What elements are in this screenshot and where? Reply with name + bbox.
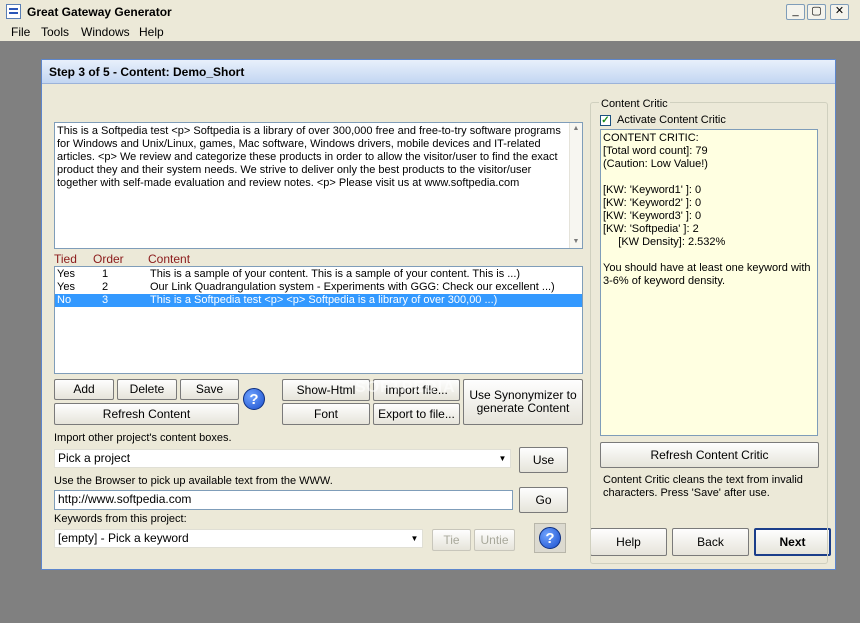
critic-note: Content Critic cleans the text from inva… bbox=[603, 474, 803, 499]
activate-critic-checkbox[interactable]: ✓ bbox=[600, 115, 611, 126]
project-select-value: Pick a project bbox=[58, 451, 131, 465]
scroll-down-icon[interactable]: ▼ bbox=[570, 236, 582, 248]
save-button[interactable]: Save bbox=[180, 379, 239, 400]
url-input[interactable]: http://www.softpedia.com bbox=[54, 490, 513, 510]
project-select[interactable]: Pick a project ▼ bbox=[54, 449, 511, 468]
menu-bar: File Tools Windows Help bbox=[0, 23, 860, 41]
help-icon[interactable]: ? bbox=[243, 388, 265, 410]
close-button[interactable]: ✕ bbox=[830, 4, 849, 20]
synonymizer-button[interactable]: Use Synonymizer to generate Content bbox=[463, 379, 583, 425]
cell-order: 3 bbox=[102, 294, 109, 306]
list-row[interactable]: Yes 1 This is a sample of your content. … bbox=[55, 268, 582, 281]
cell-order: 2 bbox=[102, 281, 109, 293]
content-text: This is a Softpedia test <p> Softpedia i… bbox=[57, 125, 561, 189]
chevron-down-icon[interactable]: ▼ bbox=[495, 450, 510, 467]
title-bar: Great Gateway Generator _ ▢ ✕ bbox=[0, 0, 860, 24]
watermark: SOFTPEDIA bbox=[355, 379, 456, 396]
step-window: Step 3 of 5 - Content: Demo_Short This i… bbox=[41, 59, 836, 570]
cell-content: Our Link Quadrangulation system - Experi… bbox=[150, 281, 555, 293]
menu-tools[interactable]: Tools bbox=[41, 25, 69, 39]
menu-help[interactable]: Help bbox=[139, 25, 164, 39]
scroll-up-icon[interactable]: ▲ bbox=[570, 123, 582, 135]
cell-content: This is a sample of your content. This i… bbox=[150, 268, 521, 280]
minimize-button[interactable]: _ bbox=[786, 4, 805, 20]
cell-tied: Yes bbox=[57, 281, 75, 293]
delete-button[interactable]: Delete bbox=[117, 379, 177, 400]
import-label: Import other project's content boxes. bbox=[54, 432, 232, 444]
menu-file[interactable]: File bbox=[11, 25, 30, 39]
step-window-title: Step 3 of 5 - Content: Demo_Short bbox=[42, 60, 835, 84]
use-button[interactable]: Use bbox=[519, 447, 568, 473]
header-order[interactable]: Order bbox=[93, 252, 124, 266]
menu-windows[interactable]: Windows bbox=[81, 25, 130, 39]
chevron-down-icon[interactable]: ▼ bbox=[407, 530, 422, 547]
activate-critic-label[interactable]: Activate Content Critic bbox=[617, 114, 726, 126]
font-button[interactable]: Font bbox=[282, 403, 370, 425]
cell-tied: No bbox=[57, 294, 72, 306]
refresh-content-button[interactable]: Refresh Content bbox=[54, 403, 239, 425]
help-icon[interactable]: ? bbox=[539, 527, 561, 549]
maximize-button[interactable]: ▢ bbox=[807, 4, 826, 20]
header-tied[interactable]: Tied bbox=[54, 252, 77, 266]
app-icon bbox=[6, 4, 21, 19]
content-critic-legend: Content Critic bbox=[599, 98, 670, 110]
browser-label: Use the Browser to pick up available tex… bbox=[54, 475, 333, 487]
critic-report: CONTENT CRITIC: [Total word count]: 79 (… bbox=[600, 129, 818, 436]
export-file-button[interactable]: Export to file... bbox=[373, 403, 460, 425]
cell-tied: Yes bbox=[57, 268, 75, 280]
list-row[interactable]: Yes 2 Our Link Quadrangulation system - … bbox=[55, 281, 582, 294]
list-row-selected[interactable]: No 3 This is a Softpedia test <p> <p> So… bbox=[55, 294, 582, 307]
refresh-critic-button[interactable]: Refresh Content Critic bbox=[600, 442, 819, 468]
tie-button[interactable]: Tie bbox=[432, 529, 471, 551]
content-list[interactable]: Yes 1 This is a sample of your content. … bbox=[54, 266, 583, 374]
window-title: Great Gateway Generator bbox=[27, 5, 172, 19]
header-content[interactable]: Content bbox=[148, 252, 190, 266]
help-icon-frame: ? bbox=[534, 523, 566, 553]
content-scrollbar[interactable]: ▲ ▼ bbox=[569, 123, 582, 248]
keyword-select[interactable]: [empty] - Pick a keyword ▼ bbox=[54, 529, 423, 548]
untie-button[interactable]: Untie bbox=[474, 529, 515, 551]
keywords-label: Keywords from this project: bbox=[54, 513, 187, 525]
go-button[interactable]: Go bbox=[519, 487, 568, 513]
cell-order: 1 bbox=[102, 268, 109, 280]
keyword-select-value: [empty] - Pick a keyword bbox=[58, 531, 189, 545]
cell-content: This is a Softpedia test <p> <p> Softped… bbox=[150, 294, 498, 306]
url-input-value: http://www.softpedia.com bbox=[58, 492, 192, 506]
add-button[interactable]: Add bbox=[54, 379, 114, 400]
content-textarea[interactable]: This is a Softpedia test <p> Softpedia i… bbox=[54, 122, 583, 249]
